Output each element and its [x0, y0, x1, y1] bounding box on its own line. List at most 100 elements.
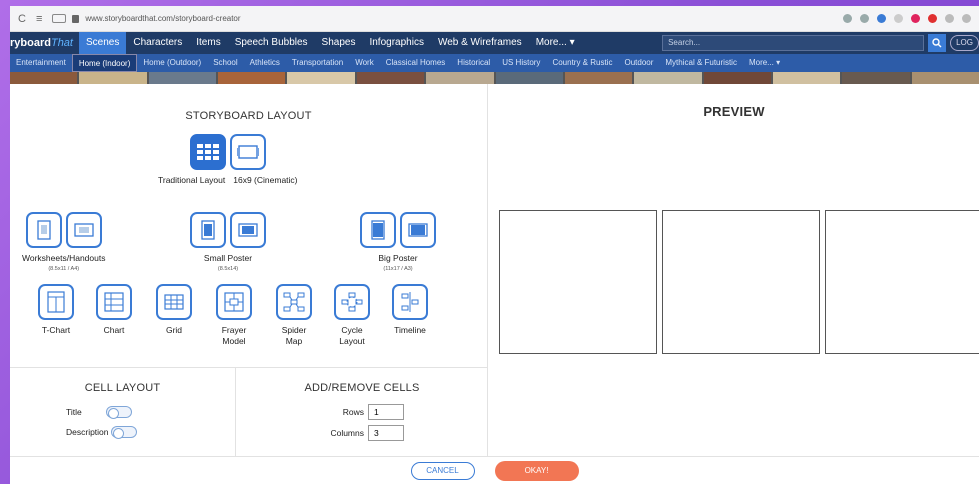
- cancel-button[interactable]: CANCEL: [410, 461, 475, 480]
- layout-frayer-model[interactable]: Frayer Model: [216, 284, 252, 347]
- nav-scenes[interactable]: Scenes: [78, 32, 127, 54]
- layout-big-poster[interactable]: Big Poster (11x17 / A3): [360, 212, 436, 272]
- play-icon[interactable]: [894, 14, 903, 23]
- category-item[interactable]: Work: [349, 54, 380, 72]
- small-poster-portrait-icon[interactable]: [190, 212, 226, 248]
- scene-thumbnail[interactable]: [703, 72, 771, 84]
- nav-web-wireframes[interactable]: Web & Wireframes: [431, 32, 529, 54]
- grid-icon[interactable]: [156, 284, 192, 320]
- scene-thumbnail[interactable]: [495, 72, 563, 84]
- layout-cycle[interactable]: Cycle Layout: [334, 284, 370, 347]
- columns-input[interactable]: [368, 425, 404, 441]
- scene-thumbnail[interactable]: [287, 72, 355, 84]
- category-item[interactable]: Home (Outdoor): [137, 54, 207, 72]
- search-icon: [932, 38, 942, 48]
- layout-small-poster[interactable]: Small Poster (8.5x14): [190, 212, 266, 272]
- extension-icon[interactable]: [928, 14, 937, 23]
- description-toggle[interactable]: [110, 426, 137, 439]
- layout-spider-map[interactable]: Spider Map: [276, 284, 312, 347]
- scene-thumbnail[interactable]: [772, 72, 841, 84]
- nav-speech-bubbles[interactable]: Speech Bubbles: [228, 32, 315, 54]
- category-item[interactable]: Outdoor: [618, 54, 659, 72]
- heart-icon[interactable]: [911, 14, 920, 23]
- nav-shapes[interactable]: Shapes: [315, 32, 363, 54]
- nav-infographics[interactable]: Infographics: [362, 32, 430, 54]
- scene-thumbnail[interactable]: [356, 72, 425, 84]
- settings-icon[interactable]: [945, 14, 954, 23]
- category-item[interactable]: Historical: [451, 54, 496, 72]
- address-bar[interactable]: www.storyboardthat.com/storyboard-creato…: [52, 14, 241, 23]
- chart-icon[interactable]: [96, 284, 132, 320]
- extension-icon[interactable]: [877, 14, 886, 23]
- cell-layout-title: CELL LAYOUT: [84, 382, 161, 394]
- okay-button[interactable]: OKAY!: [494, 460, 579, 481]
- tab-icon: [52, 14, 67, 23]
- preview-title: PREVIEW: [703, 104, 765, 119]
- layout-traditional[interactable]: Traditional Layout 16x9 (Cinematic): [158, 134, 298, 186]
- nav-more[interactable]: More... ▾: [529, 32, 582, 54]
- layout-t-chart[interactable]: T-Chart: [38, 284, 74, 336]
- rows-label: Rows: [342, 407, 364, 417]
- dialog-footer: CANCEL OKAY!: [10, 456, 979, 484]
- category-item[interactable]: Transportation: [286, 54, 349, 72]
- cell-layout-section: CELL LAYOUT Title Description: [10, 368, 236, 457]
- nav-items[interactable]: Items: [189, 32, 227, 54]
- frayer-model-icon[interactable]: [216, 284, 252, 320]
- menu-icon[interactable]: ≡: [36, 13, 42, 25]
- search-input[interactable]: Search...: [662, 35, 925, 51]
- login-button[interactable]: LOG: [950, 35, 979, 51]
- category-item[interactable]: Athletics: [244, 54, 286, 72]
- download-icon[interactable]: [962, 14, 971, 23]
- search-button[interactable]: [928, 34, 947, 52]
- landscape-page-icon[interactable]: [65, 212, 102, 248]
- scene-thumbnail[interactable]: [10, 72, 78, 84]
- scene-thumbnail[interactable]: [148, 72, 217, 84]
- preview-cell: [499, 210, 657, 354]
- title-toggle[interactable]: [105, 406, 132, 419]
- extension-icon[interactable]: [860, 14, 869, 23]
- site-logo[interactable]: ryboardThat: [10, 37, 79, 49]
- big-poster-landscape-icon[interactable]: [400, 212, 436, 248]
- timeline-icon[interactable]: [392, 284, 428, 320]
- worksheets-label: Worksheets/Handouts: [22, 253, 106, 263]
- layout-grid[interactable]: Grid: [156, 284, 192, 336]
- scene-thumbnail[interactable]: [634, 72, 702, 84]
- scene-thumbnail[interactable]: [79, 72, 147, 84]
- cinematic-layout-icon[interactable]: [229, 134, 266, 170]
- category-item[interactable]: School: [207, 54, 243, 72]
- url-text[interactable]: www.storyboardthat.com/storyboard-creato…: [85, 14, 240, 23]
- t-chart-label: T-Chart: [41, 325, 71, 335]
- category-item[interactable]: Classical Homes: [380, 54, 452, 72]
- scene-thumbnail[interactable]: [842, 72, 910, 84]
- t-chart-icon[interactable]: [38, 284, 74, 320]
- scene-thumbnail[interactable]: [911, 72, 979, 84]
- category-item[interactable]: Entertainment: [10, 54, 72, 72]
- preview-cell: [662, 210, 820, 354]
- title-toggle-row: Title: [66, 406, 132, 419]
- grid-label: Grid: [165, 325, 183, 335]
- category-item-active[interactable]: Home (Indoor): [71, 54, 138, 72]
- storyboard-layout-dialog: STORYBOARD LAYOUT Traditional Layout 16x…: [10, 84, 979, 484]
- spider-map-icon[interactable]: [276, 284, 312, 320]
- nav-characters[interactable]: Characters: [126, 32, 189, 54]
- scene-thumbnail[interactable]: [426, 72, 494, 84]
- big-poster-portrait-icon[interactable]: [360, 212, 396, 248]
- layout-timeline[interactable]: Timeline: [392, 284, 428, 336]
- small-poster-landscape-icon[interactable]: [230, 212, 266, 248]
- extension-icon[interactable]: [843, 14, 852, 23]
- reload-icon[interactable]: C: [18, 13, 26, 25]
- grid-layout-icon[interactable]: [189, 134, 226, 170]
- spider-map-label: Spider Map: [281, 325, 307, 347]
- category-item[interactable]: US History: [496, 54, 546, 72]
- scene-thumbnail[interactable]: [218, 72, 286, 84]
- layout-chart[interactable]: Chart: [96, 284, 132, 336]
- category-item[interactable]: More... ▾: [743, 54, 786, 72]
- category-item[interactable]: Mythical & Futuristic: [659, 54, 743, 72]
- category-item[interactable]: Country & Rustic: [546, 54, 618, 72]
- storyboard-layout-title: STORYBOARD LAYOUT: [185, 110, 312, 122]
- rows-input[interactable]: [368, 404, 404, 420]
- portrait-page-icon[interactable]: [25, 212, 62, 248]
- layout-worksheets[interactable]: Worksheets/Handouts (8.5x11 / A4): [22, 212, 105, 272]
- cycle-layout-icon[interactable]: [334, 284, 370, 320]
- scene-thumbnail[interactable]: [564, 72, 633, 84]
